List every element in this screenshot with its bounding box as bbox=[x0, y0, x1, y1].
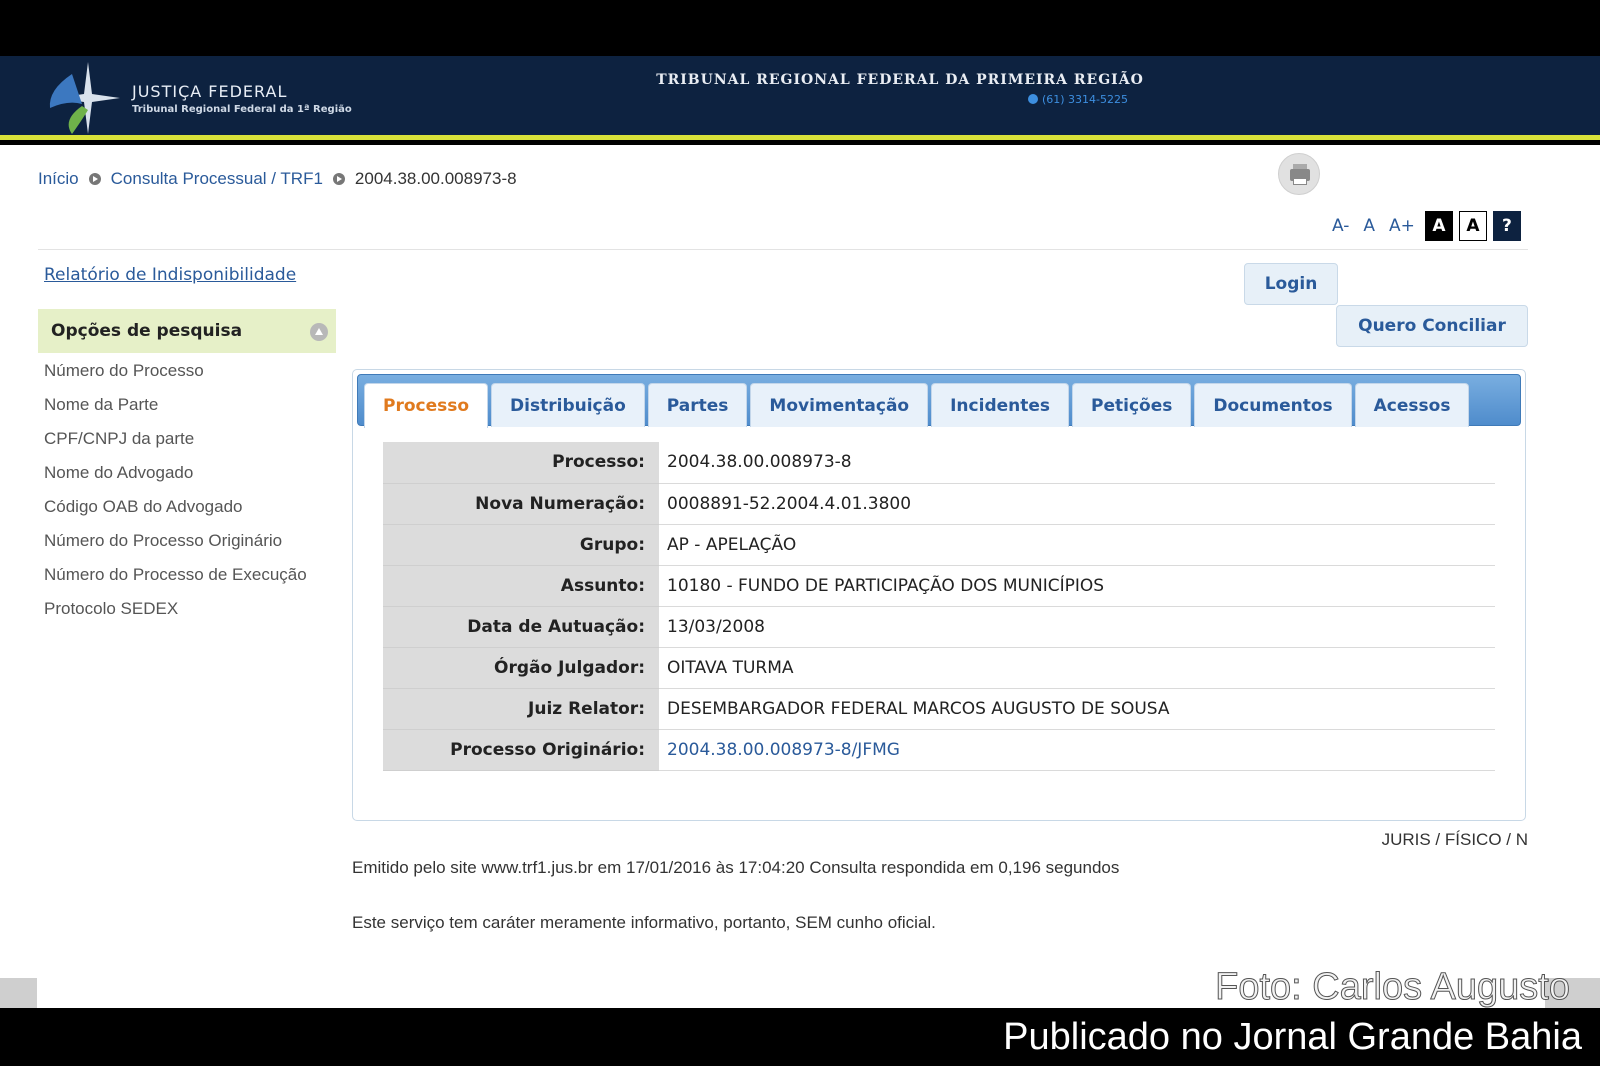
breadcrumb-separator-icon bbox=[332, 173, 345, 185]
search-options-header[interactable]: Opções de pesquisa bbox=[38, 309, 336, 353]
field-value-grupo: AP - APELAÇÃO bbox=[659, 524, 1495, 566]
search-option-codigo-oab[interactable]: Código OAB do Advogado bbox=[44, 493, 334, 521]
field-value-assunto: 10180 - FUNDO DE PARTICIPAÇÃO DOS MUNICÍ… bbox=[659, 565, 1495, 607]
table-row: Juiz Relator: DESEMBARGADOR FEDERAL MARC… bbox=[383, 688, 1495, 730]
disclaimer: Este serviço tem caráter meramente infor… bbox=[352, 913, 936, 932]
phone-number: (61) 3314-5225 bbox=[1041, 93, 1128, 106]
search-option-cpf-cnpj[interactable]: CPF/CNPJ da parte bbox=[44, 425, 334, 453]
tab-partes[interactable]: Partes bbox=[647, 383, 748, 427]
field-label: Juiz Relator: bbox=[383, 688, 659, 730]
relatorio-indisponibilidade-link[interactable]: Relatório de Indisponibilidade bbox=[44, 265, 296, 285]
tab-peticoes[interactable]: Petições bbox=[1072, 383, 1192, 427]
field-label: Assunto: bbox=[383, 565, 659, 607]
court-title: TRIBUNAL REGIONAL FEDERAL DA PRIMEIRA RE… bbox=[656, 72, 1144, 88]
top-letterbox bbox=[0, 0, 1600, 56]
tab-movimentacao[interactable]: Movimentação bbox=[750, 383, 929, 427]
juris-tag: JURIS / FÍSICO / N bbox=[1381, 830, 1528, 849]
field-label: Órgão Julgador: bbox=[383, 647, 659, 689]
search-option-nome-advogado[interactable]: Nome do Advogado bbox=[44, 459, 334, 487]
table-row: Processo: 2004.38.00.008973-8 bbox=[383, 442, 1495, 484]
help-button[interactable]: ? bbox=[1492, 211, 1521, 241]
tab-distribuicao[interactable]: Distribuição bbox=[491, 383, 645, 427]
font-increase-button[interactable]: A+ bbox=[1385, 216, 1419, 236]
publication-caption: Publicado no Jornal Grande Bahia bbox=[1003, 1016, 1582, 1058]
search-options-title: Opções de pesquisa bbox=[51, 321, 243, 341]
process-panel: Processo Distribuição Partes Movimentaçã… bbox=[352, 369, 1526, 821]
field-label: Processo: bbox=[383, 442, 659, 484]
page-content: Início Consulta Processual / TRF1 2004.38.… bbox=[0, 145, 1600, 1008]
field-label: Processo Originário: bbox=[383, 729, 659, 771]
font-normal-button[interactable]: A bbox=[1359, 216, 1379, 236]
emitted-info: Emitido pelo site www.trf1.jus.br em 17/… bbox=[352, 858, 1120, 877]
tab-list: Processo Distribuição Partes Movimentaçã… bbox=[364, 383, 1470, 428]
quero-conciliar-button[interactable]: Quero Conciliar bbox=[1336, 305, 1528, 347]
normal-contrast-button[interactable]: A bbox=[1458, 211, 1487, 241]
table-row: Órgão Julgador: OITAVA TURMA bbox=[383, 647, 1495, 689]
field-value-data-autuacao: 13/03/2008 bbox=[659, 606, 1495, 648]
table-row: Processo Originário: 2004.38.00.008973-8… bbox=[383, 729, 1495, 771]
font-decrease-button[interactable]: A- bbox=[1328, 216, 1353, 236]
processo-originario-link[interactable]: 2004.38.00.008973-8/JFMG bbox=[667, 740, 900, 760]
search-option-numero-processo[interactable]: Número do Processo bbox=[44, 357, 334, 385]
breadcrumb-home[interactable]: Início bbox=[38, 169, 79, 188]
divider bbox=[38, 249, 1528, 250]
high-contrast-button[interactable]: A bbox=[1424, 211, 1453, 241]
table-row: Nova Numeração: 0008891-52.2004.4.01.380… bbox=[383, 483, 1495, 525]
tab-bar: Processo Distribuição Partes Movimentaçã… bbox=[357, 374, 1521, 428]
court-phone: (61) 3314-5225 bbox=[1027, 93, 1128, 106]
field-value-nova-numeracao: 0008891-52.2004.4.01.3800 bbox=[659, 483, 1495, 525]
tab-documentos[interactable]: Documentos bbox=[1194, 383, 1352, 427]
phone-icon bbox=[1027, 94, 1038, 104]
search-option-processo-execucao[interactable]: Número do Processo de Execução bbox=[44, 561, 334, 589]
collapse-icon[interactable] bbox=[310, 323, 328, 341]
breadcrumb-consulta[interactable]: Consulta Processual / TRF1 bbox=[111, 169, 323, 188]
login-button[interactable]: Login bbox=[1244, 263, 1338, 305]
print-button[interactable] bbox=[1278, 153, 1320, 195]
field-value-processo: 2004.38.00.008973-8 bbox=[659, 442, 1495, 484]
field-label: Data de Autuação: bbox=[383, 606, 659, 648]
search-option-processo-originario[interactable]: Número do Processo Originário bbox=[44, 527, 334, 555]
search-option-protocolo-sedex[interactable]: Protocolo SEDEX bbox=[44, 595, 334, 623]
tab-acessos[interactable]: Acessos bbox=[1354, 383, 1470, 427]
field-label: Grupo: bbox=[383, 524, 659, 566]
site-header: JUSTIÇA FEDERAL Tribunal Regional Federa… bbox=[0, 56, 1600, 140]
table-row: Assunto: 10180 - FUNDO DE PARTICIPAÇÃO D… bbox=[383, 565, 1495, 607]
table-row: Data de Autuação: 13/03/2008 bbox=[383, 606, 1495, 648]
logo-subtitle: Tribunal Regional Federal da 1ª Região bbox=[132, 104, 352, 115]
field-label: Nova Numeração: bbox=[383, 483, 659, 525]
process-details-table: Processo: 2004.38.00.008973-8 Nova Numer… bbox=[383, 442, 1495, 771]
field-value-processo-originario: 2004.38.00.008973-8/JFMG bbox=[659, 729, 1495, 771]
print-icon-paper bbox=[1293, 178, 1307, 185]
tab-processo[interactable]: Processo bbox=[364, 383, 489, 428]
table-row: Grupo: AP - APELAÇÃO bbox=[383, 524, 1495, 566]
tab-incidentes[interactable]: Incidentes bbox=[931, 383, 1070, 427]
field-value-juiz-relator: DESEMBARGADOR FEDERAL MARCOS AUGUSTO DE … bbox=[659, 688, 1495, 730]
left-scroll-strip bbox=[0, 978, 37, 1008]
photo-credit: Foto: Carlos Augusto bbox=[1215, 966, 1571, 1009]
breadcrumb: Início Consulta Processual / TRF1 2004.38.… bbox=[38, 169, 517, 189]
accessibility-toolbar: A- A A+ A A ? bbox=[1328, 211, 1521, 241]
breadcrumb-current: 2004.38.00.008973-8 bbox=[354, 169, 517, 188]
search-options-list: Número do Processo Nome da Parte CPF/CNP… bbox=[44, 357, 334, 629]
search-option-nome-parte[interactable]: Nome da Parte bbox=[44, 391, 334, 419]
breadcrumb-separator-icon bbox=[88, 173, 101, 185]
field-value-orgao-julgador: OITAVA TURMA bbox=[659, 647, 1495, 689]
